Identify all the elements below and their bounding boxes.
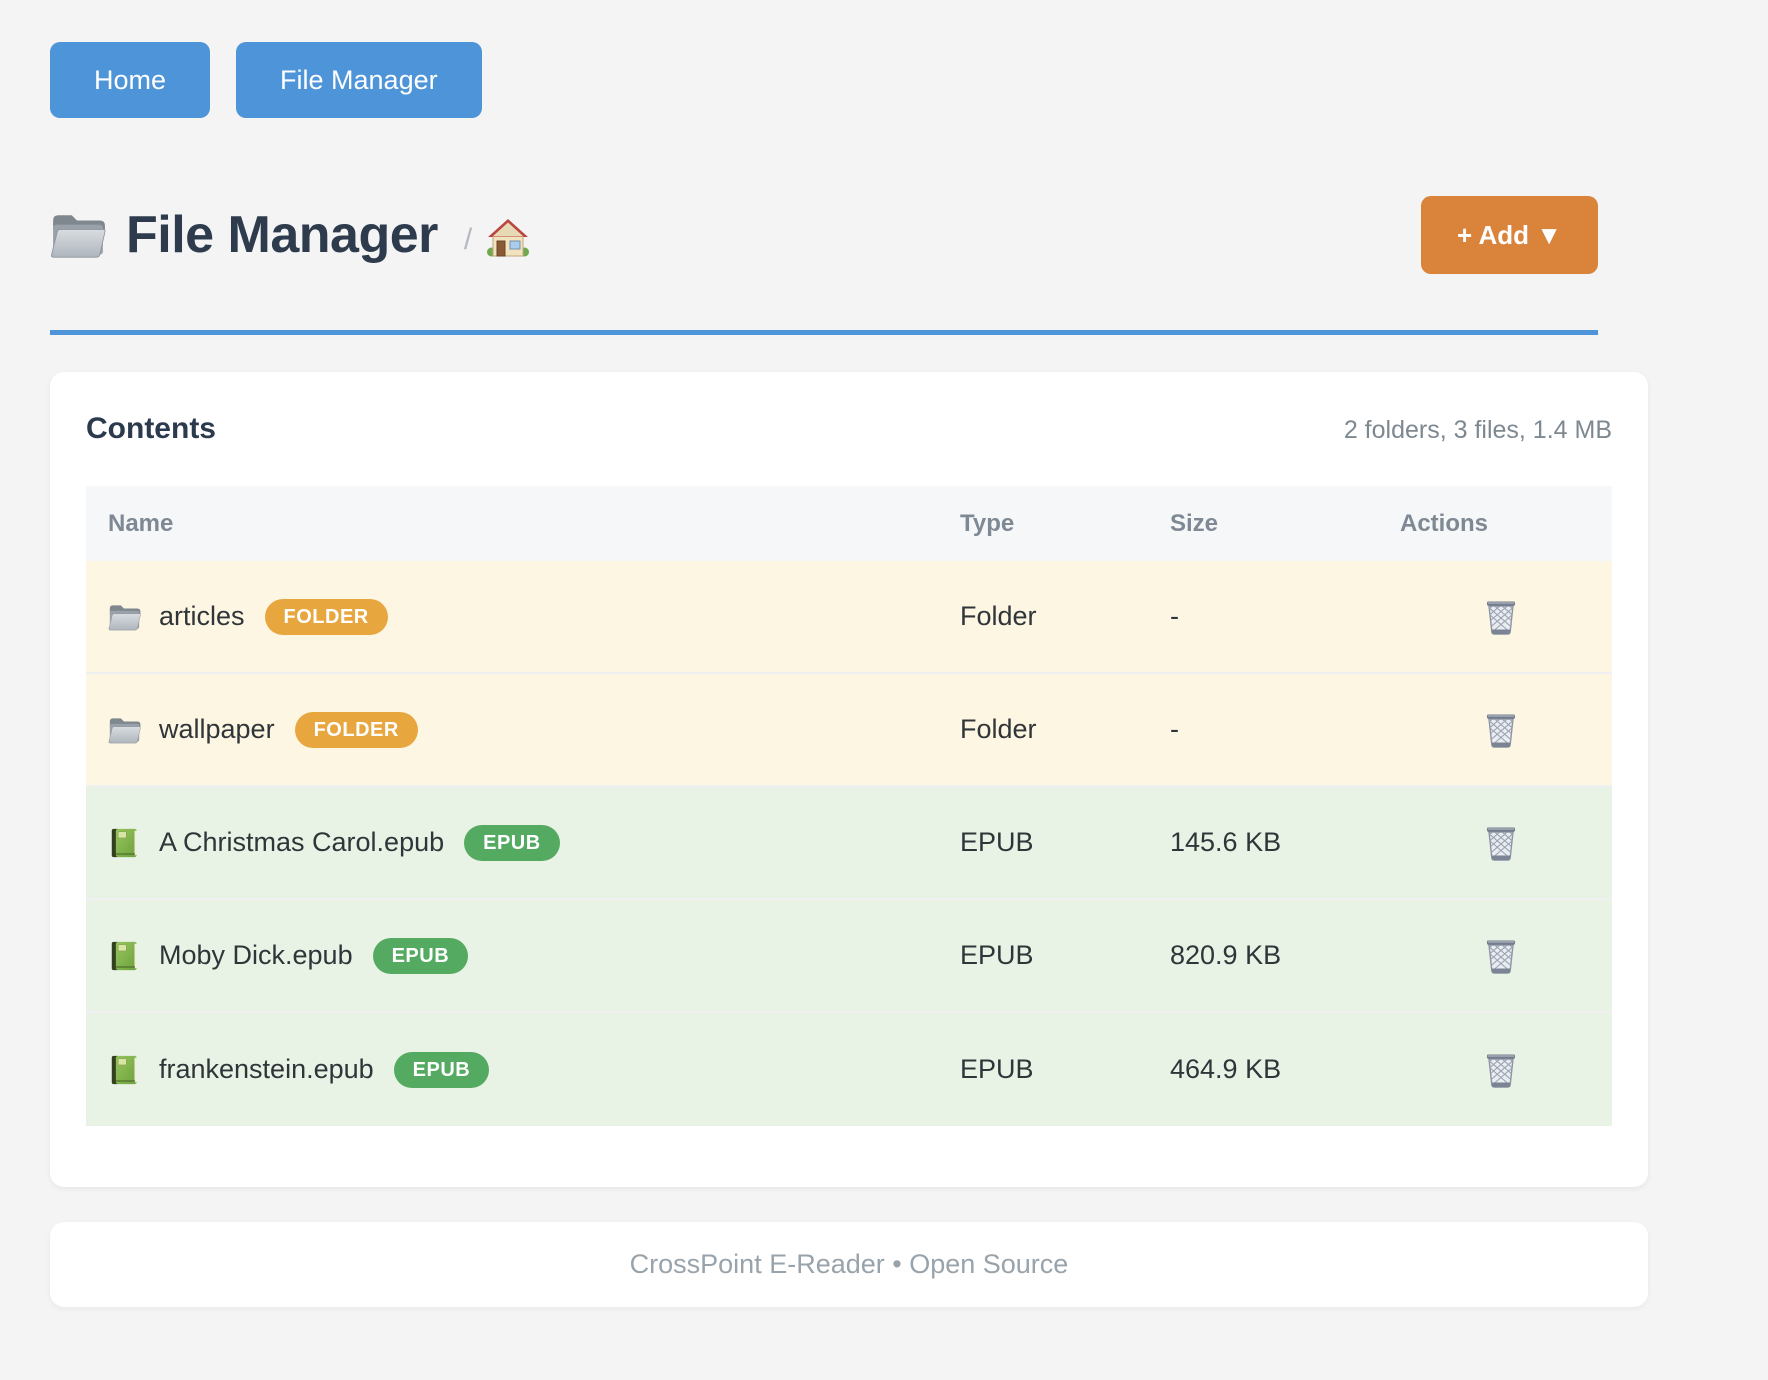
file-table: Name Type Size Actions articles FOLDER F… [86, 486, 1612, 1126]
size-cell: - [1160, 714, 1390, 745]
type-cell: EPUB [950, 827, 1160, 858]
actions-cell [1390, 707, 1612, 753]
house-icon[interactable] [486, 218, 530, 260]
actions-cell [1390, 1047, 1612, 1093]
table-row[interactable]: articles FOLDER Folder - [86, 561, 1612, 674]
card-title: Contents [86, 412, 216, 446]
file-name: A Christmas Carol.epub [159, 827, 444, 858]
delete-button[interactable] [1480, 820, 1522, 866]
page-title: File Manager [126, 205, 438, 265]
trash-icon [1484, 937, 1518, 975]
size-cell: 464.9 KB [1160, 1054, 1390, 1085]
name-cell: A Christmas Carol.epub EPUB [86, 825, 950, 861]
file-name: frankenstein.epub [159, 1054, 374, 1085]
type-badge: FOLDER [265, 599, 388, 635]
type-badge: FOLDER [295, 712, 418, 748]
table-row[interactable]: Moby Dick.epub EPUB EPUB 820.9 KB [86, 900, 1612, 1013]
column-header-size: Size [1160, 510, 1390, 538]
folder-icon [108, 715, 141, 745]
green-book-icon [108, 1055, 141, 1085]
delete-button[interactable] [1480, 707, 1522, 753]
column-header-actions: Actions [1390, 510, 1612, 538]
card-header: Contents 2 folders, 3 files, 1.4 MB [86, 412, 1612, 446]
trash-icon [1484, 711, 1518, 749]
size-cell: 820.9 KB [1160, 940, 1390, 971]
table-row[interactable]: wallpaper FOLDER Folder - [86, 674, 1612, 787]
delete-button[interactable] [1480, 1047, 1522, 1093]
type-badge: EPUB [464, 825, 560, 861]
trash-icon [1484, 1051, 1518, 1089]
contents-summary: 2 folders, 3 files, 1.4 MB [1344, 416, 1612, 445]
column-header-type: Type [950, 510, 1160, 538]
add-button[interactable]: + Add ▼ [1421, 196, 1598, 274]
type-badge: EPUB [373, 938, 469, 974]
actions-cell [1390, 933, 1612, 979]
breadcrumb-separator: / [464, 223, 472, 257]
name-cell: articles FOLDER [86, 599, 950, 635]
delete-button[interactable] [1480, 594, 1522, 640]
actions-cell [1390, 820, 1612, 866]
column-header-name: Name [86, 510, 950, 538]
type-cell: Folder [950, 601, 1160, 632]
file-name: articles [159, 601, 245, 632]
nav-file-manager-button[interactable]: File Manager [236, 42, 482, 118]
table-body: articles FOLDER Folder - [86, 561, 1612, 1126]
name-cell: frankenstein.epub EPUB [86, 1052, 950, 1088]
header-divider [50, 330, 1598, 335]
table-row[interactable]: frankenstein.epub EPUB EPUB 464.9 KB [86, 1013, 1612, 1126]
footer: CrossPoint E-Reader • Open Source [50, 1222, 1648, 1307]
nav-home-button[interactable]: Home [50, 42, 210, 118]
size-cell: - [1160, 601, 1390, 632]
type-cell: Folder [950, 714, 1160, 745]
green-book-icon [108, 828, 141, 858]
table-header-row: Name Type Size Actions [86, 486, 1612, 561]
type-cell: EPUB [950, 1054, 1160, 1085]
file-name: wallpaper [159, 714, 275, 745]
footer-text: CrossPoint E-Reader • Open Source [630, 1249, 1069, 1280]
delete-button[interactable] [1480, 933, 1522, 979]
actions-cell [1390, 594, 1612, 640]
folder-icon [50, 210, 106, 260]
folder-icon [108, 602, 141, 632]
trash-icon [1484, 598, 1518, 636]
page-header: File Manager / + Add ▼ [50, 196, 1598, 274]
table-row[interactable]: A Christmas Carol.epub EPUB EPUB 145.6 K… [86, 787, 1612, 900]
size-cell: 145.6 KB [1160, 827, 1390, 858]
type-cell: EPUB [950, 940, 1160, 971]
top-nav: Home File Manager [50, 42, 482, 118]
trash-icon [1484, 824, 1518, 862]
file-name: Moby Dick.epub [159, 940, 353, 971]
type-badge: EPUB [394, 1052, 490, 1088]
name-cell: Moby Dick.epub EPUB [86, 938, 950, 974]
name-cell: wallpaper FOLDER [86, 712, 950, 748]
contents-card: Contents 2 folders, 3 files, 1.4 MB Name… [50, 372, 1648, 1187]
green-book-icon [108, 941, 141, 971]
